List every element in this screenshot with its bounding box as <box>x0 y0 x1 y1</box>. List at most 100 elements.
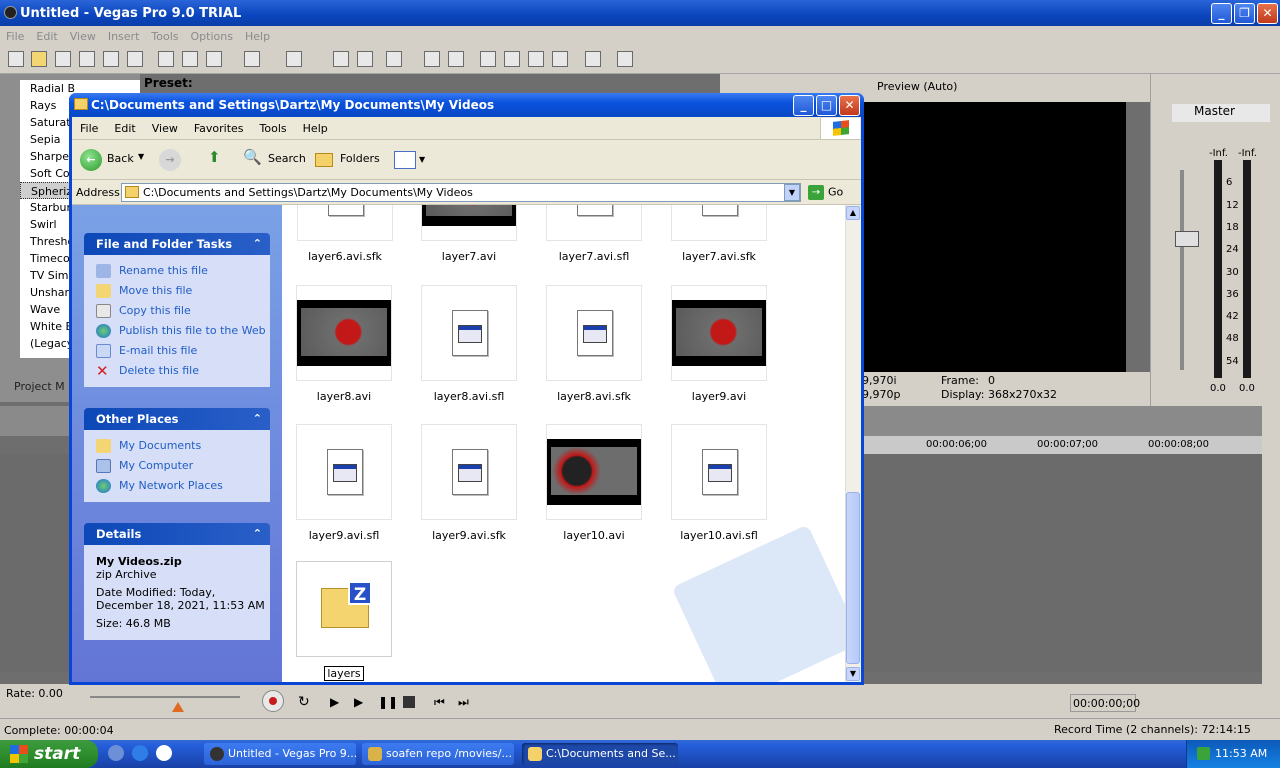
scroll-down-icon[interactable]: ▼ <box>846 667 860 681</box>
explorer-close-icon[interactable]: ✕ <box>839 95 860 116</box>
file-item[interactable]: layer9.avi.sfl <box>289 424 399 542</box>
collapse-chevron-icon[interactable]: ⌃ <box>253 408 262 430</box>
details-header[interactable]: Details ⌃ <box>84 523 270 545</box>
file-folder-tasks-header[interactable]: File and Folder Tasks ⌃ <box>84 233 270 255</box>
media-player-icon[interactable] <box>156 745 172 761</box>
explorer-maximize-icon[interactable]: □ <box>816 95 837 116</box>
file-view[interactable]: layer6.avi.sfk layer7.avi layer7.avi.sfl… <box>282 205 845 682</box>
copy-icon[interactable] <box>182 51 198 67</box>
explorer-minimize-icon[interactable]: _ <box>793 95 814 116</box>
back-arrow-icon[interactable]: ← <box>80 149 102 171</box>
file-item[interactable]: layer7.avi <box>414 205 524 263</box>
rate-slider-marker[interactable] <box>172 702 184 712</box>
move-file-link[interactable]: Move this file <box>96 281 270 301</box>
scroll-up-icon[interactable]: ▲ <box>846 206 860 220</box>
rate-slider-track[interactable] <box>90 696 240 698</box>
forward-arrow-icon[interactable]: → <box>159 149 181 171</box>
enable-snapping-icon[interactable] <box>585 51 601 67</box>
close-icon[interactable]: ✕ <box>1257 3 1278 24</box>
stop-icon[interactable] <box>403 696 415 708</box>
file-item[interactable]: layer7.avi.sfk <box>664 205 774 263</box>
zoom-tool-icon[interactable] <box>552 51 568 67</box>
up-folder-icon[interactable]: ⬆ <box>208 148 221 166</box>
explorer-menu-view[interactable]: View <box>152 122 178 135</box>
my-computer-link[interactable]: My Computer <box>96 456 270 476</box>
timeline-ruler[interactable]: 00:00:06;00 00:00:07;00 00:00:08;00 <box>862 436 1262 454</box>
menu-help[interactable]: Help <box>245 30 270 43</box>
search-button[interactable]: Search <box>268 152 306 165</box>
explorer-menu-edit[interactable]: Edit <box>114 122 135 135</box>
play-from-start-icon[interactable]: ▶ <box>330 695 339 709</box>
folders-icon[interactable] <box>315 153 333 167</box>
paste-icon[interactable] <box>206 51 222 67</box>
save-icon[interactable] <box>55 51 71 67</box>
menu-options[interactable]: Options <box>191 30 233 43</box>
lock-envelopes-icon[interactable] <box>424 51 440 67</box>
start-button[interactable]: start <box>0 740 98 768</box>
rename-file-link[interactable]: Rename this file <box>96 261 270 281</box>
explorer-menu-favorites[interactable]: Favorites <box>194 122 244 135</box>
folders-button[interactable]: Folders <box>340 152 380 165</box>
taskbar-item-vegas[interactable]: Untitled - Vegas Pro 9... <box>204 743 356 765</box>
selection-tool-icon[interactable] <box>528 51 544 67</box>
cut-icon[interactable] <box>158 51 174 67</box>
file-item[interactable]: layer9.avi.sfk <box>414 424 524 542</box>
snapping-icon[interactable] <box>333 51 349 67</box>
properties-icon[interactable] <box>127 51 143 67</box>
pause-icon[interactable]: ❚❚ <box>378 695 398 709</box>
show-desktop-icon[interactable] <box>108 745 124 761</box>
views-icon[interactable] <box>394 151 416 169</box>
collapse-chevron-icon[interactable]: ⌃ <box>253 233 262 255</box>
auto-crossfade-icon[interactable] <box>357 51 373 67</box>
tray-network-icon[interactable] <box>1197 747 1210 760</box>
menu-file[interactable]: File <box>6 30 24 43</box>
explorer-menu-help[interactable]: Help <box>303 122 328 135</box>
go-button[interactable]: → Go <box>808 185 843 200</box>
back-dropdown-icon[interactable]: ▼ <box>138 152 144 161</box>
file-item[interactable]: layer9.avi <box>664 285 774 403</box>
back-button[interactable]: Back <box>107 152 134 165</box>
minimize-icon[interactable]: _ <box>1211 3 1232 24</box>
file-item[interactable]: layer8.avi.sfl <box>414 285 524 403</box>
explorer-menu-tools[interactable]: Tools <box>260 122 287 135</box>
project-media-tab[interactable]: Project M <box>14 380 74 398</box>
timeline-vertical-scrollbar[interactable] <box>1262 406 1280 686</box>
file-item[interactable]: layer10.avi <box>539 424 649 542</box>
menu-tools[interactable]: Tools <box>151 30 178 43</box>
menu-insert[interactable]: Insert <box>108 30 140 43</box>
delete-file-link[interactable]: ✕ Delete this file <box>96 361 270 381</box>
taskbar-item-explorer[interactable]: C:\Documents and Se... <box>522 743 678 765</box>
search-icon[interactable]: 🔍 <box>243 148 262 166</box>
internet-explorer-icon[interactable] <box>132 745 148 761</box>
ignore-grouping-icon[interactable] <box>448 51 464 67</box>
go-to-start-icon[interactable]: ⏮ <box>434 695 445 710</box>
master-fader-track[interactable] <box>1180 170 1184 370</box>
file-item[interactable]: layer6.avi.sfk <box>290 205 400 263</box>
timecode-display[interactable]: 00:00:00;00 <box>1070 694 1140 712</box>
collapse-chevron-icon[interactable]: ⌃ <box>253 523 262 545</box>
menu-view[interactable]: View <box>70 30 96 43</box>
undo-icon[interactable] <box>244 51 260 67</box>
file-item[interactable]: layer8.avi <box>289 285 399 403</box>
views-dropdown-icon[interactable]: ▼ <box>419 155 425 164</box>
file-item[interactable]: layer10.avi.sfl <box>664 424 774 542</box>
explorer-menu-file[interactable]: File <box>80 122 98 135</box>
go-to-end-icon[interactable]: ⏭ <box>458 695 469 710</box>
file-item[interactable]: layer8.avi.sfk <box>539 285 649 403</box>
zip-file-item[interactable]: Z layers <box>289 561 399 681</box>
render-icon[interactable] <box>103 51 119 67</box>
ripple-icon[interactable] <box>386 51 402 67</box>
my-documents-link[interactable]: My Documents <box>96 436 270 456</box>
rename-input[interactable]: layers <box>324 666 364 681</box>
clock[interactable]: 11:53 AM <box>1215 747 1267 760</box>
open-icon[interactable] <box>31 51 47 67</box>
address-dropdown-icon[interactable]: ▼ <box>784 184 800 201</box>
new-icon[interactable] <box>8 51 24 67</box>
my-network-places-link[interactable]: My Network Places <box>96 476 270 496</box>
help-icon[interactable] <box>617 51 633 67</box>
publish-file-link[interactable]: Publish this file to the Web <box>96 321 270 341</box>
restore-icon[interactable]: ❐ <box>1234 3 1255 24</box>
email-file-link[interactable]: E-mail this file <box>96 341 270 361</box>
record-button[interactable] <box>262 690 284 712</box>
file-item[interactable]: layer7.avi.sfl <box>539 205 649 263</box>
